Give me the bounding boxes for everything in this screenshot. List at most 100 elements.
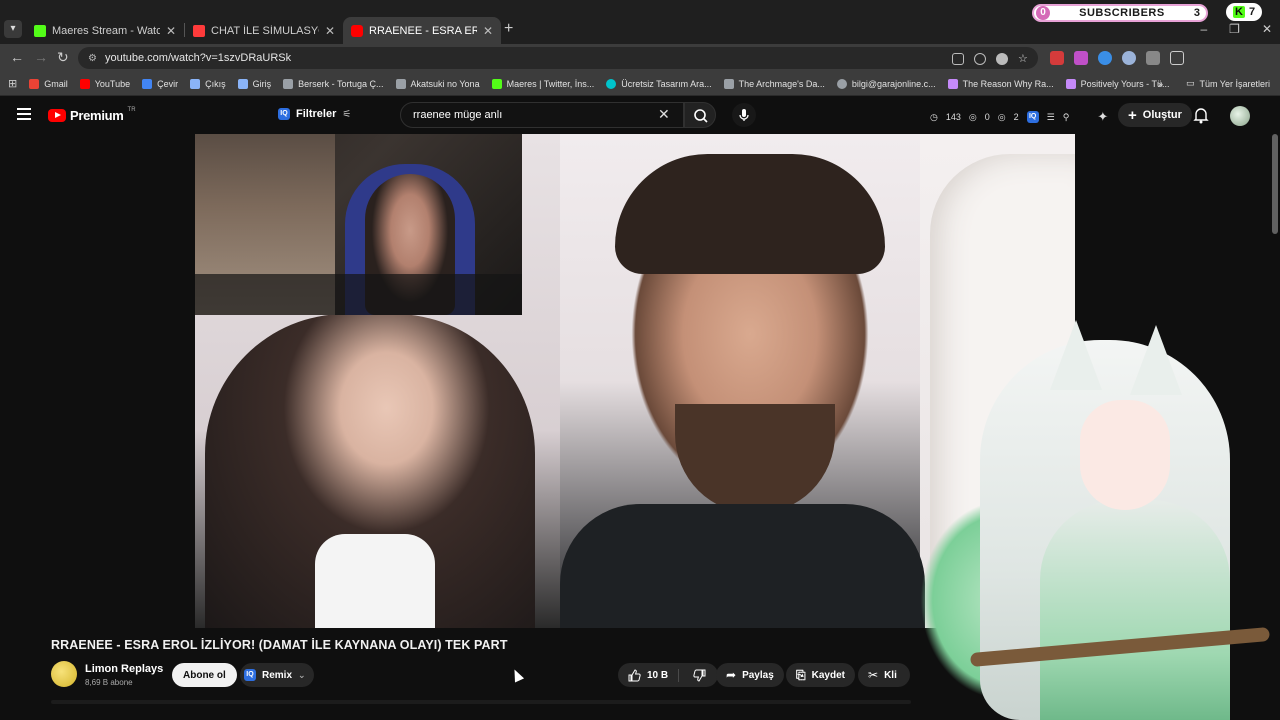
tab-title: Maeres Stream - Watch Live on [52, 24, 160, 37]
bookmark-label: Positively Yours - Tü... [1080, 78, 1170, 89]
kick-favicon-icon [34, 24, 46, 37]
list-icon[interactable]: ☰ [1047, 112, 1055, 123]
bookmark-giris[interactable]: Giriş [237, 78, 271, 89]
apps-grid-icon[interactable]: ⊞ [8, 77, 17, 90]
close-icon[interactable]: ✕ [483, 24, 493, 38]
canva-icon [606, 78, 617, 89]
search-button[interactable] [684, 102, 716, 128]
extension-icon[interactable] [1074, 51, 1088, 65]
bookmark-gmail[interactable]: Gmail [29, 78, 68, 89]
bookmark-star-icon[interactable]: ☆ [1018, 53, 1030, 65]
site-info-icon[interactable]: ⚙ [88, 53, 97, 64]
puzzle-icon[interactable] [1170, 51, 1184, 65]
bookmark-label: Akatsuki no Yona [410, 78, 480, 89]
dislike-button[interactable] [685, 669, 718, 682]
tab-chat-simulasyon[interactable]: CHAT İLE SİMULASYON KEYFİ | ✕ [185, 17, 343, 44]
bookmark-berserk[interactable]: Berserk - Tortuga Ç... [283, 78, 384, 89]
reload-icon[interactable]: ↻ [57, 49, 69, 66]
extension-stats: ◷ 143 ◎ 0 ◎ 2 IQ ☰ ⚲ ✦ [930, 109, 1108, 125]
youtube-favicon-icon [351, 24, 363, 37]
menu-icon[interactable] [17, 108, 31, 123]
bookmark-akatsuki[interactable]: Akatsuki no Yona [395, 78, 480, 89]
bookmark-youtube[interactable]: YouTube [79, 78, 131, 89]
video-title: RRAENEE - ESRA EROL İZLİYOR! (DAMAT İLE … [51, 638, 508, 652]
create-button[interactable]: + Oluştur [1118, 103, 1192, 127]
close-icon[interactable]: ✕ [325, 24, 335, 38]
bookmark-label: YouTube [94, 78, 131, 89]
tab-rraenee-active[interactable]: RRAENEE - ESRA EROL İZLİYOR! ✕ [343, 17, 501, 44]
tab-title: RRAENEE - ESRA EROL İZLİYOR! [369, 24, 477, 37]
url-text[interactable]: youtube.com/watch?v=1szvDRaURSk [105, 52, 291, 64]
tab-title: CHAT İLE SİMULASYON KEYFİ | [211, 24, 319, 37]
account-avatar[interactable] [1230, 106, 1250, 126]
bookmark-label: Ücretsiz Tasarım Ara... [621, 78, 712, 89]
overflow-icon[interactable]: » [1158, 79, 1163, 89]
bookmark-label: Gmail [44, 78, 68, 89]
logo-text: Premium [70, 108, 124, 123]
youtube-premium-logo[interactable]: Premium TR [48, 107, 136, 123]
address-bar[interactable]: ⚙ youtube.com/watch?v=1szvDRaURSk ☆ [78, 47, 1038, 69]
youtube-header: Premium TR IQ Filtreler ⚟ rraenee müge a… [0, 96, 1280, 134]
vtuber-bow [969, 626, 1271, 668]
search-query[interactable]: rraenee müge anlı [413, 109, 502, 121]
page-icon [237, 78, 248, 89]
search-input[interactable]: rraenee müge anlı [400, 102, 684, 128]
eye-icon: ◎ [968, 111, 977, 122]
minimize-icon[interactable]: – [1200, 22, 1207, 36]
channel-name[interactable]: Limon Replays [85, 663, 163, 675]
youtube-favicon-icon [193, 24, 205, 37]
extension-icon[interactable] [1122, 51, 1136, 65]
clear-search-icon[interactable]: ✕ [658, 106, 670, 123]
extension-icon[interactable] [1098, 51, 1112, 65]
bookmark-reason-why[interactable]: The Reason Why Ra... [947, 78, 1054, 89]
save-label: Kaydet [811, 669, 845, 681]
forward-icon[interactable]: → [34, 49, 48, 65]
filters-button[interactable]: IQ Filtreler ⚟ [278, 108, 351, 120]
bookmark-archmage[interactable]: The Archmage's Da... [723, 78, 825, 89]
kick-icon [491, 78, 502, 89]
bookmark-garajonline[interactable]: bilgi@garajonline.c... [836, 78, 936, 89]
sub-goal-current: 0 [1036, 6, 1050, 20]
channel-avatar[interactable] [51, 661, 77, 687]
sparkle-icon[interactable]: ✦ [1097, 109, 1108, 125]
sub-goal-target: 3 [1193, 7, 1200, 19]
bookmark-label: Çevir [157, 78, 179, 89]
tab-maeres-stream[interactable]: Maeres Stream - Watch Live on ✕ [26, 17, 184, 44]
sliders-icon: ⚟ [342, 108, 352, 120]
notifications-button[interactable] [1193, 106, 1209, 124]
extension-badge-icon[interactable] [1050, 51, 1064, 65]
all-bookmarks[interactable]: » ▭ Tüm Yer İşaretleri [1158, 78, 1270, 89]
streamer-facecam [195, 134, 522, 315]
cast-icon[interactable] [952, 53, 964, 65]
share-button[interactable]: ➦ Paylaş [716, 663, 784, 687]
bookmark-cevir[interactable]: Çevir [142, 78, 179, 89]
stat-a: 0 [984, 112, 990, 122]
window-close-icon[interactable]: ✕ [1262, 22, 1272, 36]
eye-icon: ◎ [997, 111, 1006, 122]
like-button[interactable]: 10 B [628, 668, 680, 682]
close-icon[interactable]: ✕ [166, 24, 176, 38]
back-icon[interactable]: ← [10, 49, 24, 65]
maximize-icon[interactable]: ❐ [1229, 22, 1240, 36]
bookmark-cikis[interactable]: Çıkış [190, 78, 226, 89]
like-count: 10 B [647, 669, 669, 681]
bookmark-maeres[interactable]: Maeres | Twitter, İns... [491, 78, 594, 89]
clock-icon: ◷ [930, 111, 938, 122]
save-button[interactable]: ⎘ Kaydet [786, 663, 855, 687]
youtube-play-icon [48, 109, 66, 122]
omnibox-actions: ☆ [952, 53, 1030, 65]
subscribe-button[interactable]: Abone ol [172, 663, 237, 687]
tab-search-button[interactable]: ▾ [4, 20, 22, 38]
new-tab-button[interactable]: + [504, 20, 513, 38]
bookmark-positively-yours[interactable]: Positively Yours - Tü... [1065, 78, 1170, 89]
voice-search-button[interactable] [732, 103, 756, 127]
hide-icon[interactable] [974, 53, 986, 65]
clip-button[interactable]: ✂ Kli [858, 663, 910, 687]
extension-icon[interactable] [1146, 51, 1160, 65]
pin-icon[interactable]: ⚲ [1063, 112, 1070, 123]
extension-iq-icon[interactable]: IQ [1026, 111, 1039, 123]
page-scrollbar[interactable] [1272, 134, 1278, 234]
zoom-icon[interactable] [996, 53, 1008, 65]
remix-button[interactable]: IQ Remix ⌄ [240, 663, 314, 687]
bookmark-canva[interactable]: Ücretsiz Tasarım Ara... [606, 78, 712, 89]
